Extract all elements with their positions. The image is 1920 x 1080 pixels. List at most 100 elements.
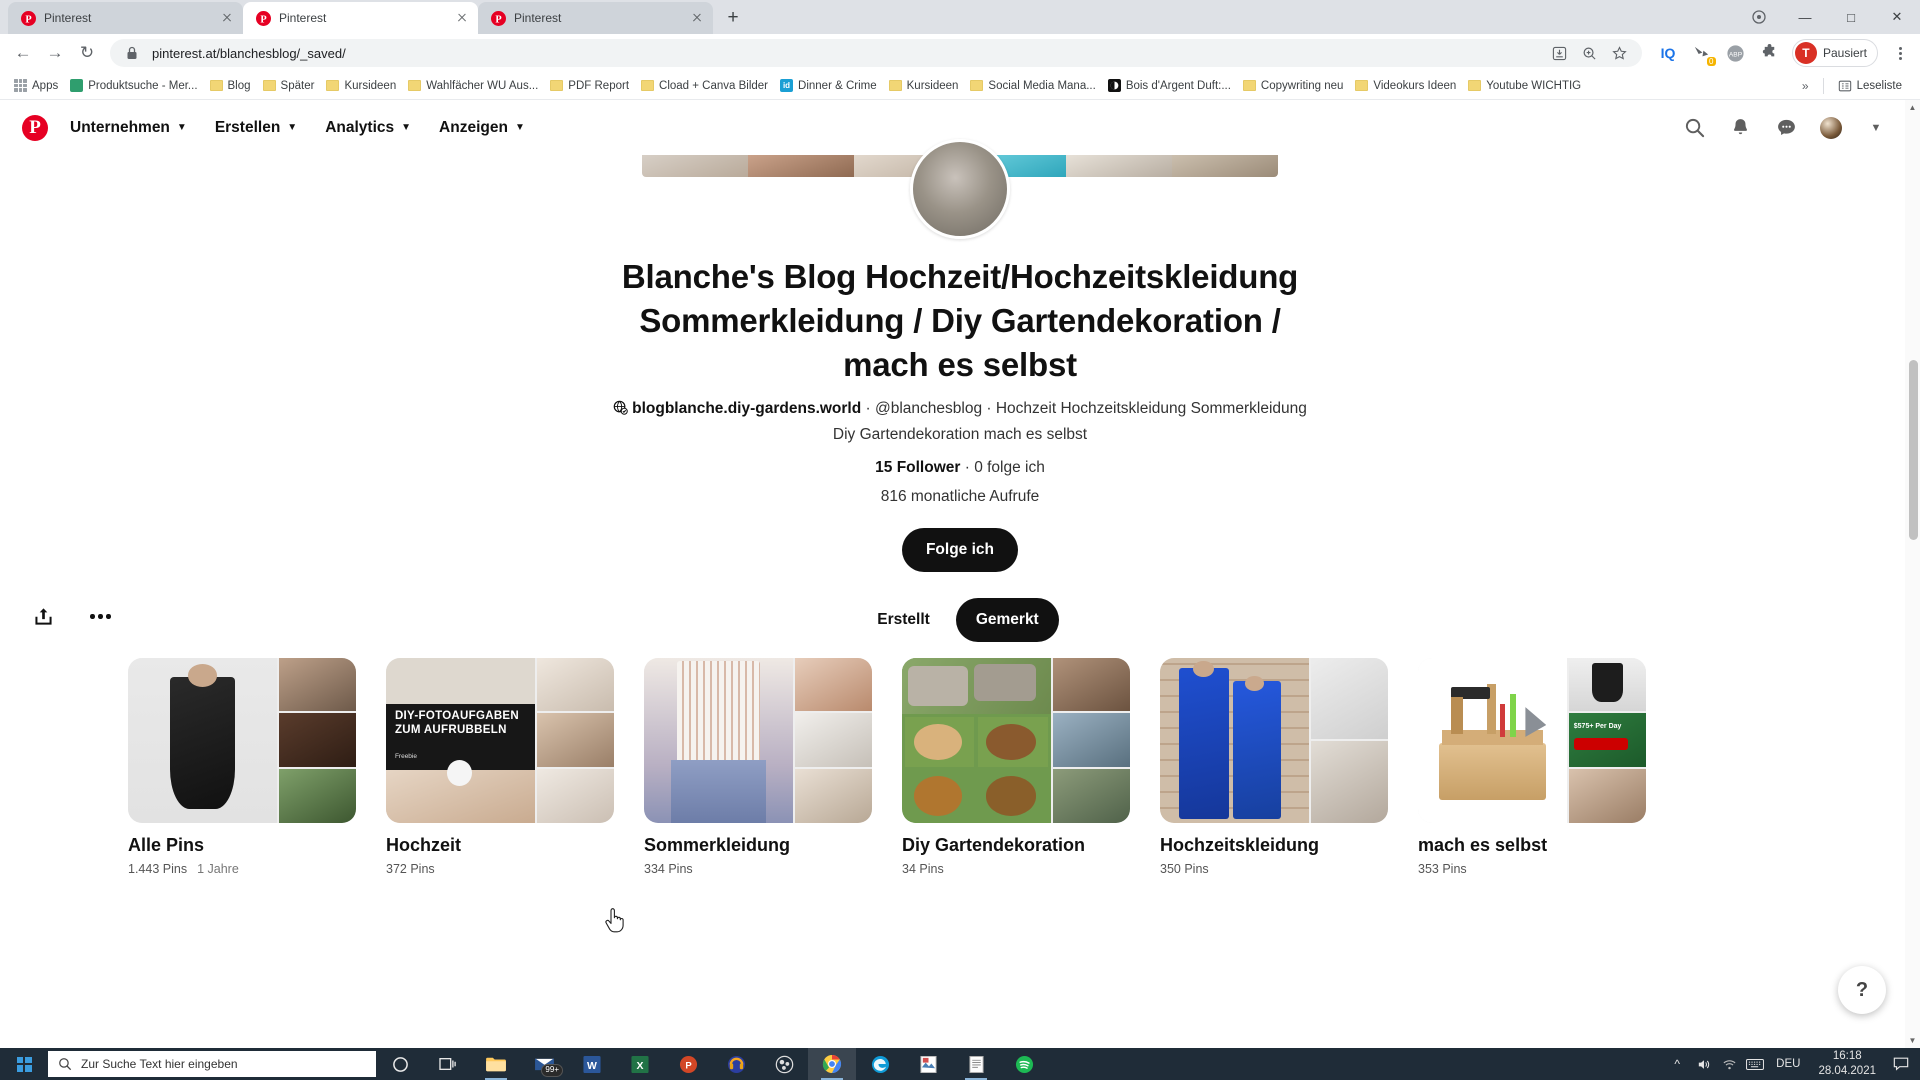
star-icon[interactable] [1610,43,1630,63]
taskbar-clock[interactable]: 16:18 28.04.2021 [1808,1049,1886,1079]
new-tab-button[interactable]: + [719,4,747,32]
edge-icon[interactable] [856,1048,904,1080]
start-button[interactable] [0,1048,48,1080]
bell-icon[interactable] [1728,116,1752,140]
browser-tab-3[interactable]: P Pinterest [478,2,713,34]
share-icon[interactable] [30,604,56,630]
tab-gemerkt[interactable]: Gemerkt [955,597,1059,642]
clock-time: 16:18 [1832,1050,1862,1063]
pinterest-logo-icon[interactable]: P [22,114,48,141]
board-pin-count: 334 Pins [644,861,693,876]
audacity-icon[interactable] [712,1048,760,1080]
more-options-icon[interactable] [90,614,111,619]
board-card-sommerkleidung[interactable]: Sommerkleidung 334 Pins [644,657,872,876]
nav-item-unternehmen[interactable]: Unternehmen ▼ [56,111,201,145]
page-scrollbar[interactable]: ▲ ▼ [1905,100,1920,1048]
browser-tab-1[interactable]: P Pinterest [8,2,243,34]
board-card-alle-pins[interactable]: Alle Pins 1.443 Pins 1 Jahre [128,657,356,876]
bookmark-cload-canva[interactable]: Cload + Canva Bilder [635,77,774,95]
search-icon[interactable] [1682,116,1706,140]
scroll-down-arrow[interactable]: ▼ [1905,1033,1920,1048]
chrome-profile-button[interactable]: T Pausiert [1791,39,1878,67]
scroll-up-arrow[interactable]: ▲ [1905,100,1920,115]
close-icon[interactable] [219,10,235,26]
file-explorer-icon[interactable] [472,1048,520,1080]
excel-icon[interactable]: X [616,1048,664,1080]
bookmark-pdf-report[interactable]: PDF Report [544,77,635,95]
image-app-icon[interactable] [904,1048,952,1080]
mail-icon[interactable]: 99+ [520,1048,568,1080]
keyboard-icon[interactable] [1742,1048,1768,1080]
chevron-down-icon[interactable]: ▼ [1864,116,1888,140]
board-card-mach-es-selbst[interactable]: $575+ Per Day mach es selbst 353 Pins [1418,657,1646,876]
spotify-icon[interactable] [1000,1048,1048,1080]
chrome-menu-button[interactable] [1888,39,1912,67]
bookmark-spaeter[interactable]: Später [257,77,321,95]
language-indicator[interactable]: DEU [1768,1058,1808,1070]
chrome-menu-dot-icon[interactable] [1736,0,1782,34]
bookmark-label: Apps [32,79,59,92]
action-center-icon[interactable] [1886,1048,1916,1080]
search-placeholder: Zur Suche Text hier eingeben [81,1057,238,1071]
wifi-icon[interactable] [1716,1048,1742,1080]
bookmark-videokurs[interactable]: Videokurs Ideen [1349,77,1462,95]
extensions-puzzle-icon[interactable] [1758,41,1782,65]
board-subtitle: 353 Pins [1418,862,1646,876]
bookmark-wahlfaecher[interactable]: Wahlfächer WU Aus... [402,77,544,95]
notepad-icon[interactable] [952,1048,1000,1080]
cortana-icon[interactable] [376,1048,424,1080]
close-icon[interactable] [689,10,705,26]
chrome-icon[interactable] [808,1048,856,1080]
word-icon[interactable]: W [568,1048,616,1080]
pocket-extension-icon[interactable]: 0 [1690,41,1716,66]
show-hidden-icons-chevron[interactable]: ^ [1664,1048,1690,1080]
board-card-hochzeitskleidung[interactable]: Hochzeitskleidung 350 Pins [1160,657,1388,876]
zoom-icon[interactable] [1580,43,1600,63]
install-icon[interactable] [1550,43,1570,63]
following-count[interactable]: · 0 folge ich [960,459,1045,476]
address-bar[interactable]: pinterest.at/blanchesblog/_saved/ [110,39,1642,67]
board-card-diy-gartendekoration[interactable]: Diy Gartendekoration 34 Pins [902,657,1130,876]
svg-text:X: X [637,1060,644,1071]
reload-button[interactable]: ↻ [72,38,102,68]
bookmark-produktsuche[interactable]: Produktsuche - Mer... [64,76,203,95]
browser-tab-2[interactable]: P Pinterest [243,2,478,34]
adblock-plus-extension-icon[interactable]: ABP [1724,41,1748,65]
close-icon[interactable] [454,10,470,26]
bookmark-blog[interactable]: Blog [204,77,257,95]
nav-item-analytics[interactable]: Analytics ▼ [311,111,425,145]
followers-count[interactable]: 15 Follower [875,459,960,476]
scrollbar-thumb[interactable] [1909,360,1918,540]
profile-website[interactable]: blogblanche.diy-gardens.world [632,400,861,417]
close-window-button[interactable]: ✕ [1874,0,1920,34]
obs-icon[interactable] [760,1048,808,1080]
tab-erstellt[interactable]: Erstellt [861,598,946,642]
board-card-hochzeit[interactable]: DIY-FOTOAUFGABEN ZUM AUFRUBBELN Freebie H… [386,657,614,876]
task-view-icon[interactable] [424,1048,472,1080]
iq-extension-icon[interactable]: IQ [1656,41,1680,65]
maximize-button[interactable]: □ [1828,0,1874,34]
help-button[interactable]: ? [1838,966,1886,1014]
board-subtitle: 34 Pins [902,862,1130,876]
bookmark-social-media[interactable]: Social Media Mana... [964,77,1101,95]
bookmarks-overflow-button[interactable]: » [1796,79,1815,93]
bookmark-kursideen-1[interactable]: Kursideen [320,77,402,95]
account-avatar[interactable] [1820,116,1842,139]
nav-item-erstellen[interactable]: Erstellen ▼ [201,111,311,145]
minimize-button[interactable]: — [1782,0,1828,34]
follow-button[interactable]: Folge ich [901,527,1019,572]
nav-item-anzeigen[interactable]: Anzeigen ▼ [425,111,539,145]
bookmark-bois-dargent[interactable]: Bois d'Argent Duft:... [1102,76,1237,95]
taskbar-search-input[interactable]: Zur Suche Text hier eingeben [48,1051,376,1077]
forward-button[interactable]: → [40,38,70,68]
powerpoint-icon[interactable]: P [664,1048,712,1080]
reading-list-button[interactable]: Leseliste [1832,76,1908,96]
bookmark-youtube-wichtig[interactable]: Youtube WICHTIG [1462,77,1587,95]
bookmark-copywriting[interactable]: Copywriting neu [1237,77,1349,95]
back-button[interactable]: ← [8,38,38,68]
bookmark-dinner-crime[interactable]: id Dinner & Crime [774,76,883,95]
bookmark-kursideen-2[interactable]: Kursideen [883,77,965,95]
volume-icon[interactable] [1690,1048,1716,1080]
bookmark-apps[interactable]: Apps [8,76,64,95]
message-bubble-icon[interactable] [1774,116,1798,140]
